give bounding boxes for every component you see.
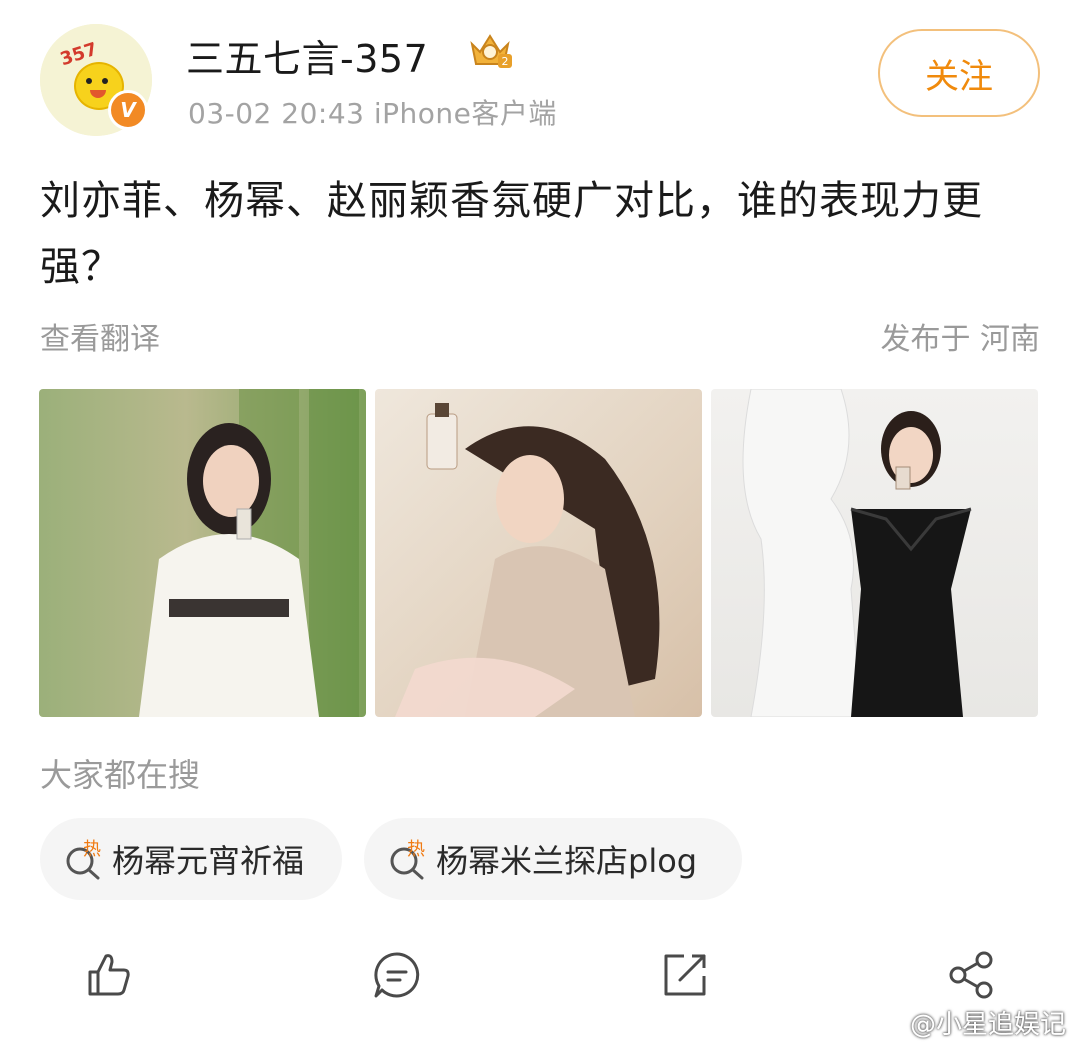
avatar[interactable]: 357 V [40, 24, 152, 136]
hot-search-chip-label: 杨幂米兰探店plog [436, 842, 698, 880]
hot-search-icon: 热 [66, 839, 101, 880]
weibo-logo-icon [865, 1011, 902, 1036]
hot-search-title: 大家都在搜 [40, 756, 201, 794]
share-icon[interactable] [946, 950, 996, 1000]
photo-liu-yifei[interactable] [39, 389, 366, 717]
verified-badge-icon: V [108, 90, 148, 130]
like-icon[interactable] [84, 950, 134, 1000]
hot-badge: 热 [83, 839, 101, 860]
repost-icon[interactable] [660, 950, 710, 1000]
photo-yang-mi-illustration [395, 403, 660, 717]
photo-grid [39, 389, 1039, 717]
comment-icon[interactable] [372, 950, 422, 1000]
follow-button[interactable]: 关注 [878, 29, 1040, 117]
post-meta: 03-02 20:43 iPhone客户端 [188, 97, 557, 130]
watermark-text: @小星追娱记 [909, 1010, 1066, 1040]
svg-text:2: 2 [502, 55, 509, 68]
follow-button-label: 关注 [925, 56, 993, 97]
hot-search-chip[interactable]: 热 杨幂米兰探店plog [364, 818, 742, 900]
hot-search-icon: 热 [390, 839, 425, 880]
photo-liu-yifei-illustration [139, 389, 359, 717]
crown-badge-icon: 2 [470, 34, 512, 68]
hot-search-chip-label: 杨幂元宵祈福 [112, 842, 305, 880]
username[interactable]: 三五七言-357 [186, 28, 428, 83]
post-text: 刘亦菲、杨幂、赵丽颖香氛硬广对比，谁的表现力更强？ [40, 178, 983, 290]
photo-yang-mi[interactable] [375, 389, 702, 717]
translate-link[interactable]: 查看翻译 [40, 314, 160, 358]
hot-badge: 热 [407, 839, 425, 860]
post-location: 发布于 河南 [880, 322, 1040, 357]
photo-zhao-liying[interactable] [711, 389, 1038, 717]
photo-zhao-liying-illustration [742, 389, 972, 717]
watermark: @小星追娱记 [864, 1004, 1066, 1041]
hot-search-chip[interactable]: 热 杨幂元宵祈福 [40, 818, 342, 900]
